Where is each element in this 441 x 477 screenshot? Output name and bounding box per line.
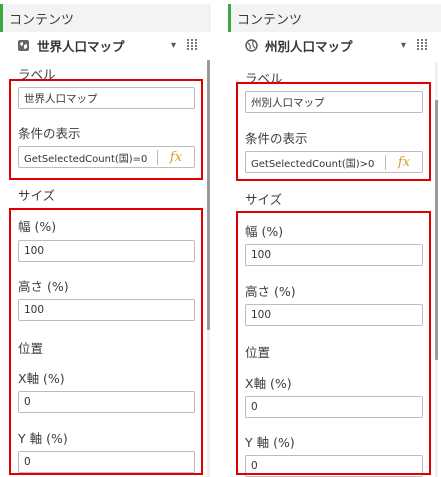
label-heading: ラベル [245,71,283,86]
height-input[interactable]: 100 [245,304,423,326]
right-properties-panel: コンテンツ 州別人口マップ ▾ ラベル 州別人口マップ 条件の表示 GetSel… [228,0,441,477]
height-label: 高さ (%) [18,279,69,294]
height-label: 高さ (%) [245,284,296,299]
width-input[interactable]: 100 [18,240,195,262]
size-heading: サイズ [18,188,56,203]
chevron-down-icon[interactable]: ▾ [171,40,181,51]
scrollbar-thumb[interactable] [435,100,438,360]
scrollbar-thumb[interactable] [207,60,210,330]
world-map-icon [16,38,30,52]
drag-handle-icon[interactable] [187,39,197,51]
left-properties-panel: コンテンツ 世界人口マップ ▾ ラベル 世界人口マップ 条件の表示 GetSel… [0,0,211,477]
show-condition-value[interactable]: GetSelectedCount(国)=0 [19,150,157,165]
show-condition-input[interactable]: GetSelectedCount(国)>0 fx [245,151,423,173]
width-label: 幅 (%) [18,219,57,234]
y-axis-label: Y 軸 (%) [245,435,295,450]
position-heading: 位置 [18,341,44,356]
label-input[interactable]: 世界人口マップ [18,87,195,109]
drag-handle-icon[interactable] [417,39,427,51]
chevron-down-icon[interactable]: ▾ [401,40,411,51]
y-axis-input[interactable]: 0 [245,455,423,477]
width-input[interactable]: 100 [245,244,423,266]
globe-icon [244,38,258,52]
show-condition-heading: 条件の表示 [245,131,308,146]
show-condition-input[interactable]: GetSelectedCount(国)=0 fx [18,146,195,168]
position-heading: 位置 [245,345,271,360]
x-axis-label: X軸 (%) [18,371,65,386]
show-condition-heading: 条件の表示 [18,126,81,141]
y-axis-label: Y 軸 (%) [18,431,68,446]
object-title: 州別人口マップ [265,38,353,54]
panel-divider [211,0,228,477]
height-input[interactable]: 100 [18,299,195,321]
width-label: 幅 (%) [245,224,284,239]
label-heading: ラベル [18,67,56,82]
contents-section-header[interactable]: コンテンツ [0,4,211,32]
object-title: 世界人口マップ [37,38,125,54]
contents-header-label: コンテンツ [237,12,303,28]
size-heading: サイズ [245,192,283,207]
object-title-row[interactable]: 世界人口マップ ▾ [0,32,211,58]
contents-section-header[interactable]: コンテンツ [228,4,441,32]
x-axis-label: X軸 (%) [245,376,292,391]
x-axis-input[interactable]: 0 [18,391,195,413]
object-title-row[interactable]: 州別人口マップ ▾ [228,32,441,58]
show-condition-value[interactable]: GetSelectedCount(国)>0 [246,155,385,170]
label-input[interactable]: 州別人口マップ [245,91,423,113]
x-axis-input[interactable]: 0 [245,396,423,418]
expression-editor-button[interactable]: fx [157,149,194,165]
expression-editor-button[interactable]: fx [385,154,422,170]
y-axis-input[interactable]: 0 [18,451,195,473]
contents-header-label: コンテンツ [9,12,75,28]
